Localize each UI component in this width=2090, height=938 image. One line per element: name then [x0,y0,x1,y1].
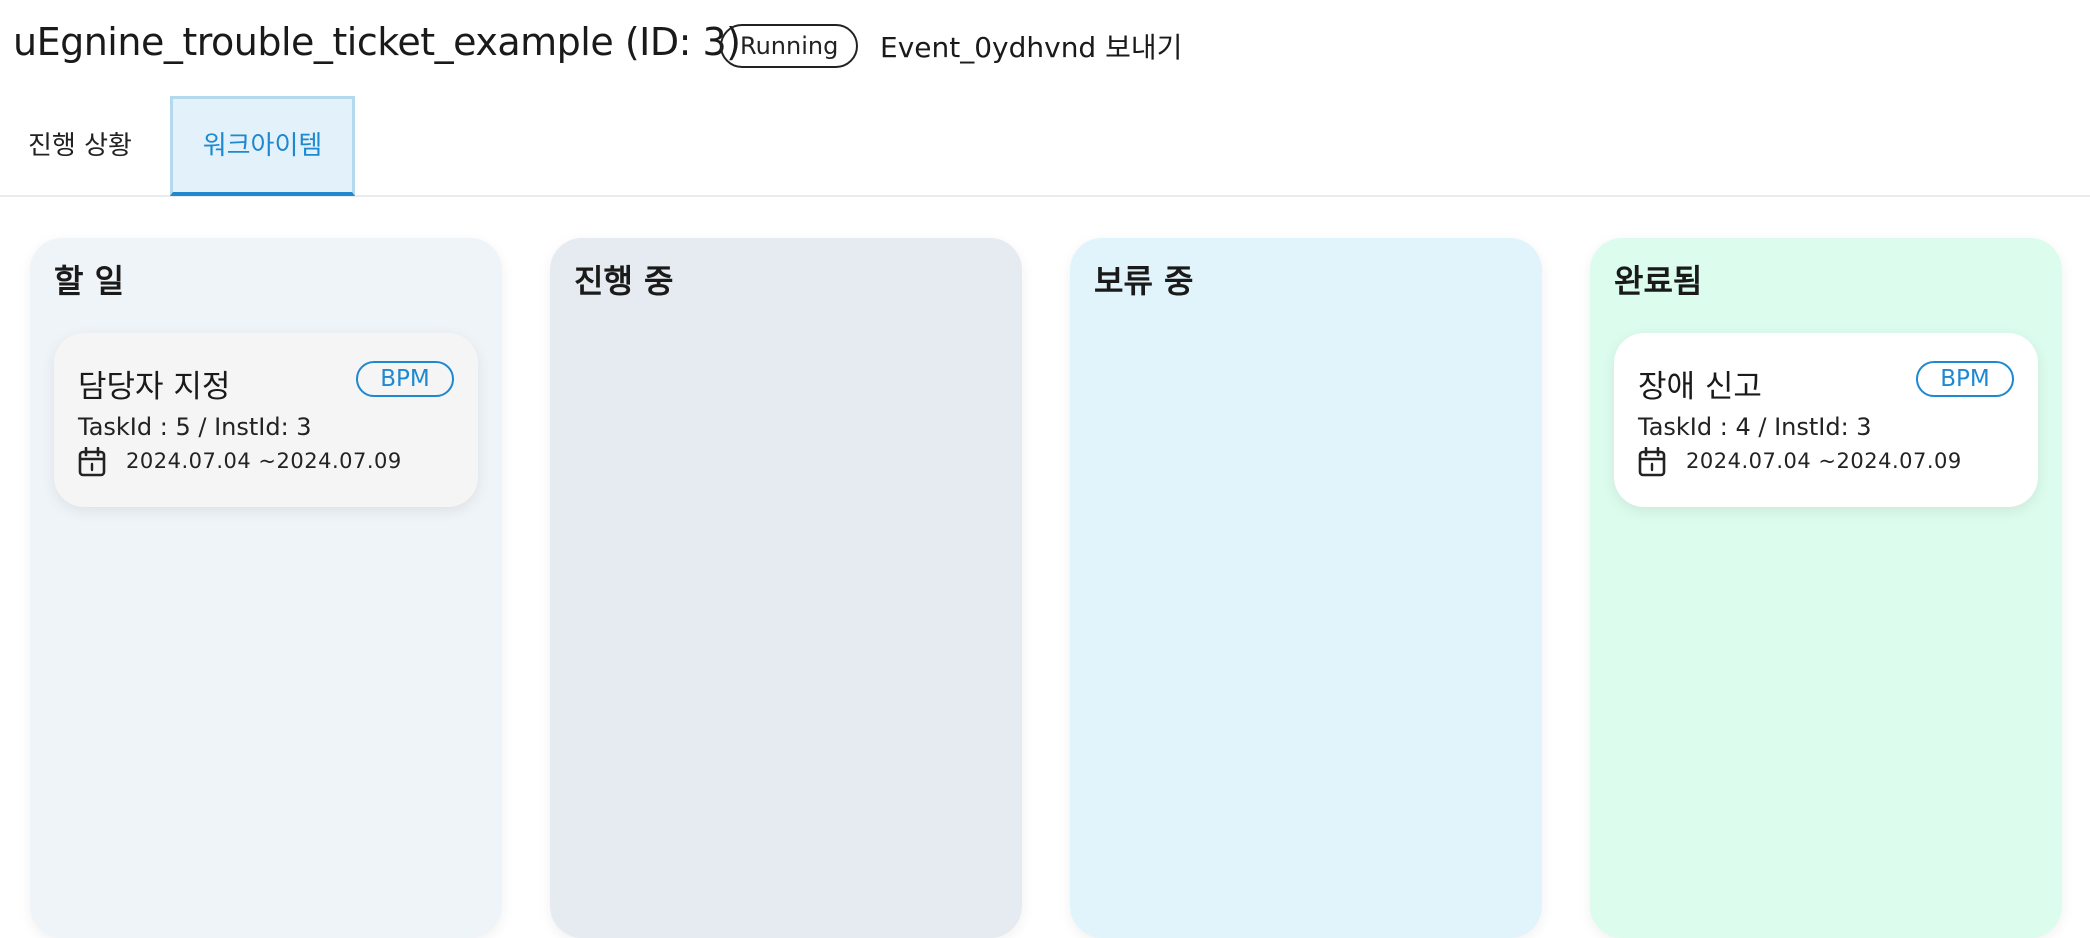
page-title: uEgnine_trouble_ticket_example (ID: 3) [13,20,741,64]
card-ids: TaskId : 4 / InstId: 3 [1638,413,1872,441]
status-badge: Running [720,24,859,68]
send-event-button[interactable]: Event_0ydhvnd 보내기 [880,26,1182,66]
calendar-icon [1638,447,1666,477]
tab-workitem[interactable]: 워크아이템 [170,96,355,196]
column-pending: 보류 중 [1070,238,1542,938]
card-date-range: 2024.07.04 ~2024.07.09 [126,449,402,473]
tab-progress[interactable]: 진행 상황 [0,96,160,196]
card-title: 담당자 지정 [78,369,231,405]
workitem-card[interactable]: 장애 신고 BPM TaskId : 4 / InstId: 3 2024.07… [1614,333,2038,507]
card-tag: BPM [356,361,454,397]
column-title: 보류 중 [1094,262,1194,300]
column-title: 할 일 [54,262,125,300]
column-title: 완료됨 [1614,262,1703,300]
card-title: 장애 신고 [1638,369,1762,405]
card-tag: BPM [1916,361,2014,397]
calendar-icon [78,447,106,477]
column-in-progress: 진행 중 [550,238,1022,938]
column-done: 완료됨 장애 신고 BPM TaskId : 4 / InstId: 3 202… [1590,238,2062,938]
page-header: uEgnine_trouble_ticket_example (ID: 3) R… [0,0,2090,92]
tab-bar: 진행 상황 워크아이템 [0,96,2090,197]
workitem-card[interactable]: 담당자 지정 BPM TaskId : 5 / InstId: 3 2024.0… [54,333,478,507]
card-ids: TaskId : 5 / InstId: 3 [78,413,312,441]
card-date-range: 2024.07.04 ~2024.07.09 [1686,449,1962,473]
column-todo: 할 일 담당자 지정 BPM TaskId : 5 / InstId: 3 20… [30,238,502,938]
column-title: 진행 중 [574,262,674,300]
